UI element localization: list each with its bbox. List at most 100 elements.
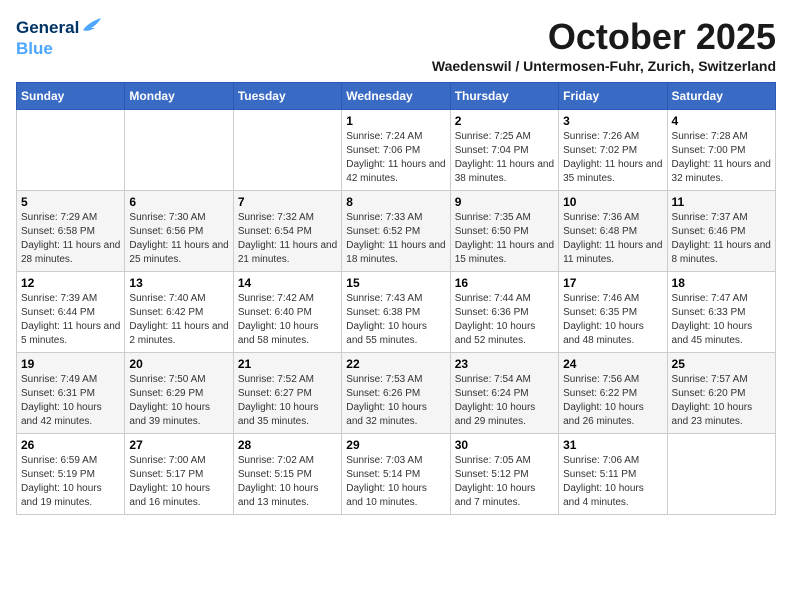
logo-bird-icon	[81, 16, 103, 39]
calendar-cell	[17, 110, 125, 191]
calendar-header-row: SundayMondayTuesdayWednesdayThursdayFrid…	[17, 83, 776, 110]
calendar-cell: 24 Sunrise: 7:56 AM Sunset: 6:22 PM Dayli…	[559, 353, 667, 434]
calendar-cell: 22Sunrise: 7:53 AM Sunset: 6:26 PM Dayli…	[342, 353, 450, 434]
calendar-cell: 7 Sunrise: 7:32 AM Sunset: 6:54 PM Daylig…	[233, 191, 341, 272]
calendar-cell: 3Sunrise: 7:26 AM Sunset: 7:02 PM Daylig…	[559, 110, 667, 191]
day-detail: Sunrise: 7:25 AM Sunset: 7:04 PM Dayligh…	[455, 130, 554, 186]
calendar-cell: 11 Sunrise: 7:37 AM Sunset: 6:46 PM Dayli…	[667, 191, 775, 272]
calendar-cell: 2 Sunrise: 7:25 AM Sunset: 7:04 PM Daylig…	[450, 110, 558, 191]
calendar-cell: 21 Sunrise: 7:52 AM Sunset: 6:27 PM Dayli…	[233, 353, 341, 434]
day-number: 20	[129, 357, 228, 371]
page-header: General Blue October 2025 Waedenswil / U…	[16, 16, 776, 74]
day-number: 13	[129, 276, 228, 290]
weekday-header-wednesday: Wednesday	[342, 83, 450, 110]
calendar-cell: 25 Sunrise: 7:57 AM Sunset: 6:20 PM Dayli…	[667, 353, 775, 434]
day-number: 4	[672, 114, 771, 128]
calendar-cell: 19Sunrise: 7:49 AM Sunset: 6:31 PM Dayli…	[17, 353, 125, 434]
day-detail: Sunrise: 7:29 AM Sunset: 6:58 PM Dayligh…	[21, 211, 120, 267]
calendar-cell: 23 Sunrise: 7:54 AM Sunset: 6:24 PM Dayli…	[450, 353, 558, 434]
calendar-cell: 13 Sunrise: 7:40 AM Sunset: 6:42 PM Dayli…	[125, 272, 233, 353]
day-number: 9	[455, 195, 554, 209]
day-detail: Sunrise: 7:06 AM Sunset: 5:11 PM Dayligh…	[563, 454, 662, 510]
day-detail: Sunrise: 7:24 AM Sunset: 7:06 PM Dayligh…	[346, 130, 445, 186]
day-number: 15	[346, 276, 445, 290]
day-detail: Sunrise: 7:50 AM Sunset: 6:29 PM Dayligh…	[129, 373, 228, 429]
day-detail: Sunrise: 7:03 AM Sunset: 5:14 PM Dayligh…	[346, 454, 445, 510]
calendar-table: SundayMondayTuesdayWednesdayThursdayFrid…	[16, 82, 776, 515]
day-detail: Sunrise: 7:47 AM Sunset: 6:33 PM Dayligh…	[672, 292, 771, 348]
day-number: 14	[238, 276, 337, 290]
day-detail: Sunrise: 7:49 AM Sunset: 6:31 PM Dayligh…	[21, 373, 120, 429]
calendar-cell: 17Sunrise: 7:46 AM Sunset: 6:35 PM Dayli…	[559, 272, 667, 353]
calendar-cell: 30 Sunrise: 7:05 AM Sunset: 5:12 PM Dayli…	[450, 434, 558, 515]
day-detail: Sunrise: 7:26 AM Sunset: 7:02 PM Dayligh…	[563, 130, 662, 186]
day-number: 23	[455, 357, 554, 371]
calendar-week-row: 19Sunrise: 7:49 AM Sunset: 6:31 PM Dayli…	[17, 353, 776, 434]
calendar-cell: 6Sunrise: 7:30 AM Sunset: 6:56 PM Daylig…	[125, 191, 233, 272]
calendar-week-row: 12 Sunrise: 7:39 AM Sunset: 6:44 PM Dayli…	[17, 272, 776, 353]
calendar-week-row: 5 Sunrise: 7:29 AM Sunset: 6:58 PM Daylig…	[17, 191, 776, 272]
logo-general: General	[16, 18, 79, 38]
day-detail: Sunrise: 7:52 AM Sunset: 6:27 PM Dayligh…	[238, 373, 337, 429]
day-detail: Sunrise: 7:53 AM Sunset: 6:26 PM Dayligh…	[346, 373, 445, 429]
calendar-cell: 15Sunrise: 7:43 AM Sunset: 6:38 PM Dayli…	[342, 272, 450, 353]
day-detail: Sunrise: 7:39 AM Sunset: 6:44 PM Dayligh…	[21, 292, 120, 348]
day-detail: Sunrise: 7:36 AM Sunset: 6:48 PM Dayligh…	[563, 211, 662, 267]
weekday-header-monday: Monday	[125, 83, 233, 110]
calendar-cell: 5 Sunrise: 7:29 AM Sunset: 6:58 PM Daylig…	[17, 191, 125, 272]
day-number: 21	[238, 357, 337, 371]
calendar-cell	[125, 110, 233, 191]
calendar-cell: 9 Sunrise: 7:35 AM Sunset: 6:50 PM Daylig…	[450, 191, 558, 272]
day-number: 1	[346, 114, 445, 128]
day-number: 29	[346, 438, 445, 452]
day-detail: Sunrise: 7:54 AM Sunset: 6:24 PM Dayligh…	[455, 373, 554, 429]
day-detail: Sunrise: 7:30 AM Sunset: 6:56 PM Dayligh…	[129, 211, 228, 267]
day-number: 24	[563, 357, 662, 371]
day-detail: Sunrise: 7:56 AM Sunset: 6:22 PM Dayligh…	[563, 373, 662, 429]
logo-blue: Blue	[16, 39, 53, 58]
day-detail: Sunrise: 7:35 AM Sunset: 6:50 PM Dayligh…	[455, 211, 554, 267]
day-detail: Sunrise: 7:33 AM Sunset: 6:52 PM Dayligh…	[346, 211, 445, 267]
day-number: 5	[21, 195, 120, 209]
day-number: 27	[129, 438, 228, 452]
day-number: 2	[455, 114, 554, 128]
day-detail: Sunrise: 7:40 AM Sunset: 6:42 PM Dayligh…	[129, 292, 228, 348]
month-title: October 2025	[432, 16, 776, 58]
day-number: 8	[346, 195, 445, 209]
day-detail: Sunrise: 7:42 AM Sunset: 6:40 PM Dayligh…	[238, 292, 337, 348]
day-number: 25	[672, 357, 771, 371]
day-number: 10	[563, 195, 662, 209]
day-number: 12	[21, 276, 120, 290]
day-number: 7	[238, 195, 337, 209]
logo: General Blue	[16, 16, 103, 59]
calendar-week-row: 26Sunrise: 6:59 AM Sunset: 5:19 PM Dayli…	[17, 434, 776, 515]
day-detail: Sunrise: 7:00 AM Sunset: 5:17 PM Dayligh…	[129, 454, 228, 510]
day-detail: Sunrise: 6:59 AM Sunset: 5:19 PM Dayligh…	[21, 454, 120, 510]
day-detail: Sunrise: 7:05 AM Sunset: 5:12 PM Dayligh…	[455, 454, 554, 510]
calendar-cell: 18Sunrise: 7:47 AM Sunset: 6:33 PM Dayli…	[667, 272, 775, 353]
day-number: 30	[455, 438, 554, 452]
weekday-header-tuesday: Tuesday	[233, 83, 341, 110]
day-number: 11	[672, 195, 771, 209]
weekday-header-friday: Friday	[559, 83, 667, 110]
weekday-header-thursday: Thursday	[450, 83, 558, 110]
title-block: October 2025 Waedenswil / Untermosen-Fuh…	[432, 16, 776, 74]
day-number: 31	[563, 438, 662, 452]
day-detail: Sunrise: 7:32 AM Sunset: 6:54 PM Dayligh…	[238, 211, 337, 267]
calendar-cell: 10 Sunrise: 7:36 AM Sunset: 6:48 PM Dayli…	[559, 191, 667, 272]
day-detail: Sunrise: 7:28 AM Sunset: 7:00 PM Dayligh…	[672, 130, 771, 186]
day-detail: Sunrise: 7:57 AM Sunset: 6:20 PM Dayligh…	[672, 373, 771, 429]
calendar-cell: 29 Sunrise: 7:03 AM Sunset: 5:14 PM Dayli…	[342, 434, 450, 515]
day-number: 17	[563, 276, 662, 290]
day-detail: Sunrise: 7:37 AM Sunset: 6:46 PM Dayligh…	[672, 211, 771, 267]
calendar-cell: 20 Sunrise: 7:50 AM Sunset: 6:29 PM Dayli…	[125, 353, 233, 434]
calendar-cell: 1 Sunrise: 7:24 AM Sunset: 7:06 PM Daylig…	[342, 110, 450, 191]
calendar-cell: 8 Sunrise: 7:33 AM Sunset: 6:52 PM Daylig…	[342, 191, 450, 272]
calendar-cell: 26Sunrise: 6:59 AM Sunset: 5:19 PM Dayli…	[17, 434, 125, 515]
weekday-header-saturday: Saturday	[667, 83, 775, 110]
calendar-cell: 31 Sunrise: 7:06 AM Sunset: 5:11 PM Dayli…	[559, 434, 667, 515]
calendar-cell: 16 Sunrise: 7:44 AM Sunset: 6:36 PM Dayli…	[450, 272, 558, 353]
day-number: 16	[455, 276, 554, 290]
calendar-cell	[233, 110, 341, 191]
day-detail: Sunrise: 7:44 AM Sunset: 6:36 PM Dayligh…	[455, 292, 554, 348]
